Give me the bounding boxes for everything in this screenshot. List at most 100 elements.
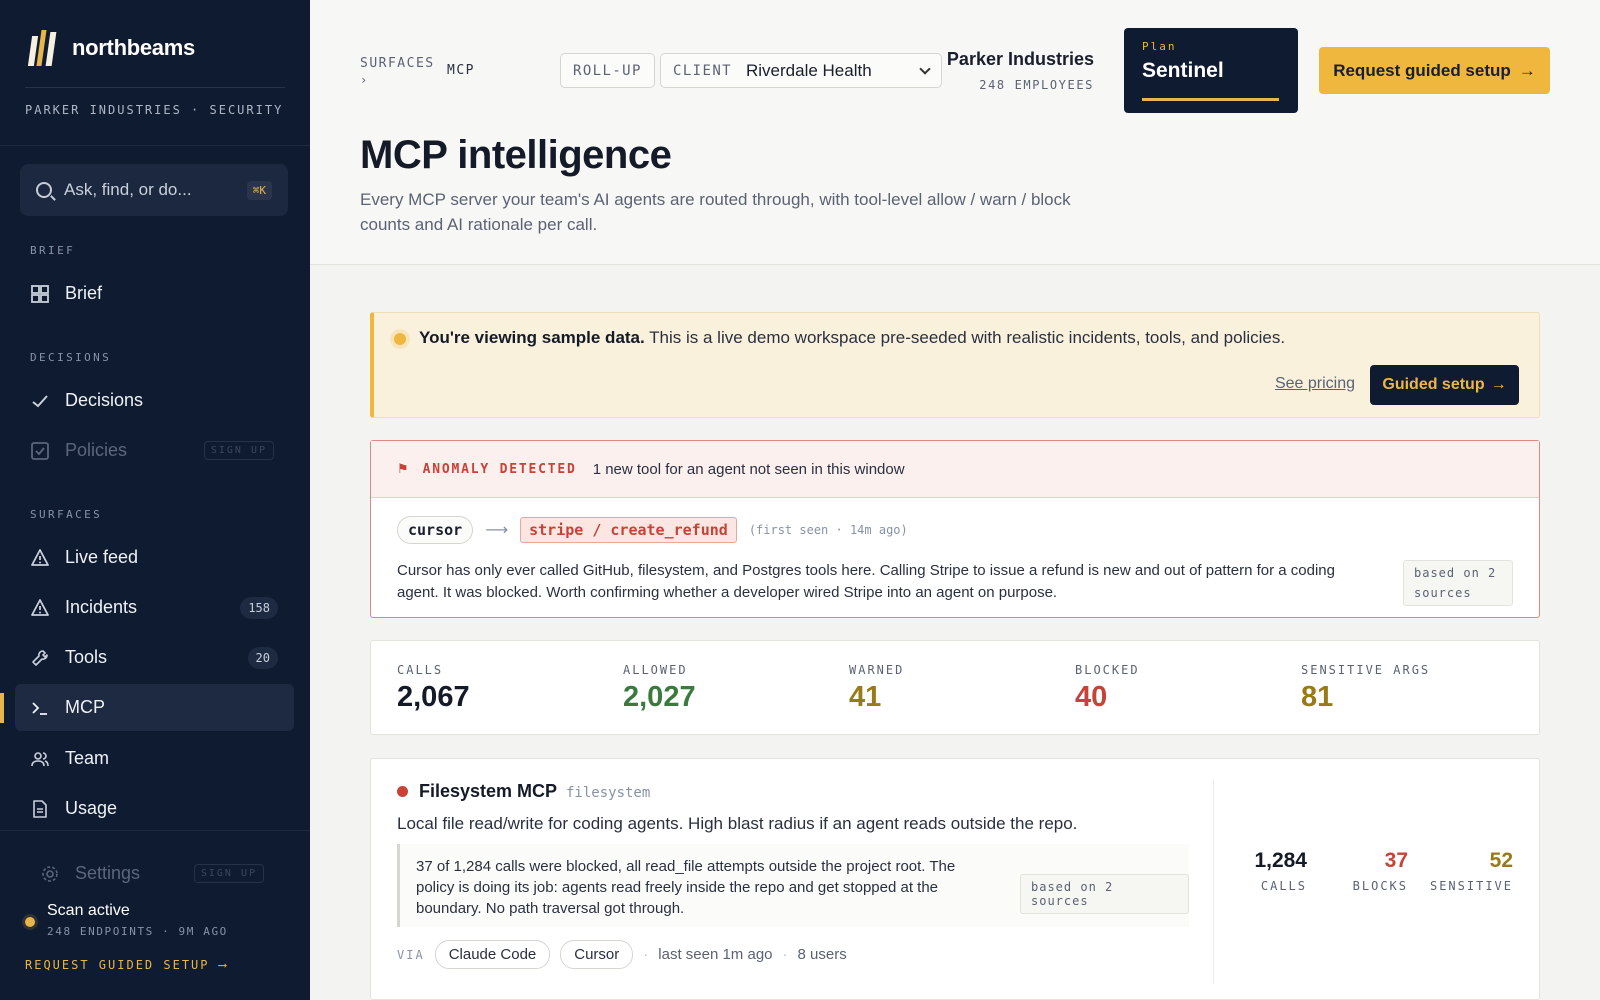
sidebar-item-settings[interactable]: Settings SIGN UP [25,850,284,897]
check-icon [30,391,50,411]
request-guided-setup-link[interactable]: REQUEST GUIDED SETUP ⟶ [25,958,228,972]
tool-chip[interactable]: stripe / create_refund [520,517,737,543]
search-icon [36,182,52,198]
chevron-down-icon [919,62,931,75]
search-input[interactable]: Ask, find, or do... ⌘K [20,164,288,216]
sidebar-item-incidents[interactable]: Incidents 158 [15,584,294,631]
brand[interactable]: northbeams [27,30,195,66]
checkbox-icon [30,441,50,461]
scan-status-title: Scan active [47,902,130,919]
via-chip-cursor[interactable]: Cursor [560,940,634,969]
stat-label: ALLOWED [623,663,688,677]
agent-chip[interactable]: cursor [397,516,474,544]
wrench-icon [30,648,50,668]
server-name: Filesystem MCP [419,781,558,801]
ai-rationale: 37 of 1,284 calls were blocked, all read… [397,844,1189,927]
scan-status-sub: 248 ENDPOINTS · 9M AGO [47,925,228,938]
sidebar-item-live-feed[interactable]: Live feed [15,534,294,581]
sidebar-item-label: Live feed [65,547,139,567]
stat-value: 1,284 [1254,849,1307,872]
sidebar-item-label: Tools [65,647,108,667]
server-stat-calls: 1,284 CALLS [1254,849,1307,893]
separator: · [782,946,788,963]
grid-icon [30,284,50,304]
divider [0,830,310,831]
sidebar-item-decisions[interactable]: Decisions [15,377,294,424]
divider [25,87,285,88]
banner-text: You're viewing sample data. This is a li… [419,328,1285,348]
plan-card[interactable]: Plan Sentinel [1124,28,1298,113]
sidebar-item-tools[interactable]: Tools 20 [15,634,294,681]
sidebar-item-team[interactable]: Team [15,735,294,782]
sidebar-item-brief[interactable]: Brief [15,270,294,317]
via-label: VIA [397,947,425,962]
anomaly-card: ⚑ ANOMALY DETECTED 1 new tool for an age… [370,440,1540,618]
stat-value: 81 [1301,681,1334,713]
sidebar-item-mcp[interactable]: MCP [15,684,294,731]
via-chip-claude-code[interactable]: Claude Code [434,940,551,969]
server-description: Local file read/write for coding agents.… [397,814,1078,833]
arrow-right-icon: ⟶ [485,522,509,539]
stat-label: BLOCKS [1352,879,1408,893]
warning-icon [30,548,50,568]
rollup-button[interactable]: ROLL-UP [560,53,655,88]
stat-value: 2,027 [623,681,696,713]
breadcrumb-current: MCP [447,63,475,78]
sample-data-banner: You're viewing sample data. This is a li… [370,312,1540,418]
guided-setup-button[interactable]: Guided setup → [1370,365,1519,405]
stats-card: CALLS 2,067 ALLOWED 2,027 WARNED 41 BLOC… [370,640,1540,735]
count-badge: 158 [240,596,278,619]
brand-logo-icon [27,30,58,66]
banner-bold: You're viewing sample data. [419,328,645,347]
signup-tag: SIGN UP [193,864,264,883]
anomaly-path: cursor ⟶ stripe / create_refund (first s… [397,516,908,544]
sidebar: northbeams PARKER INDUSTRIES · SECURITY … [0,0,310,1000]
sidebar-item-usage[interactable]: Usage [15,785,294,832]
anomaly-header: ⚑ ANOMALY DETECTED 1 new tool for an age… [371,441,1539,498]
client-value: Riverdale Health [745,60,872,80]
sources-badge[interactable]: based on 2 sources [1020,874,1189,914]
org-name: Parker Industries [946,49,1094,69]
plan-name: Sentinel [1142,59,1224,82]
server-slug: filesystem [566,785,651,801]
stat-allowed: ALLOWED 2,027 [623,663,696,714]
status-dot [397,786,408,797]
via-row: VIA Claude Code Cursor · last seen 1m ag… [397,940,847,969]
flag-icon: ⚑ [397,461,409,476]
active-indicator [0,693,4,723]
document-icon [30,799,50,819]
client-select[interactable]: CLIENT Riverdale Health [660,53,942,88]
mcp-server-card[interactable]: Filesystem MCP filesystem Local file rea… [370,758,1540,1000]
info-dot-icon [394,333,406,345]
terminal-icon [30,698,50,718]
sources-badge[interactable]: based on 2 sources [1403,560,1513,606]
sidebar-item-label: Settings [75,863,141,883]
server-stat-blocks: 37 BLOCKS [1353,849,1408,893]
button-label: Request guided setup [1333,60,1511,80]
server-stat-sensitive: 52 SENSITIVE [1430,849,1513,893]
stat-sensitive-args: SENSITIVE ARGS 81 [1301,663,1430,714]
request-guided-setup-button[interactable]: Request guided setup → [1319,47,1550,94]
user-count: 8 users [797,946,847,963]
divider [0,145,310,146]
stat-value: 2,067 [397,681,470,713]
stat-label: CALLS [397,663,444,677]
plan-underline [1142,98,1279,101]
first-seen: (first seen · 14m ago) [748,523,908,537]
stat-value: 40 [1075,681,1108,713]
see-pricing-link[interactable]: See pricing [1275,375,1355,393]
rationale-text: 37 of 1,284 calls were blocked, all read… [416,858,956,917]
sidebar-item-policies[interactable]: Policies SIGN UP [15,427,294,474]
org-employees: 248 EMPLOYEES [979,78,1094,92]
button-label: Guided setup [1382,376,1485,393]
stat-calls: CALLS 2,067 [397,663,470,714]
arrow-right-icon: → [1490,376,1507,393]
section-label-surfaces: SURFACES [30,508,103,521]
page-subtitle: Every MCP server your team's AI agents a… [360,190,1071,234]
breadcrumb-parent[interactable]: SURFACES [360,56,435,71]
scan-status-dot [25,917,35,927]
separator: · [643,946,649,963]
last-seen: last seen 1m ago [658,946,773,963]
page-header: SURFACES › MCP ROLL-UP CLIENT Riverdale … [310,0,1600,265]
divider [1213,779,1214,984]
